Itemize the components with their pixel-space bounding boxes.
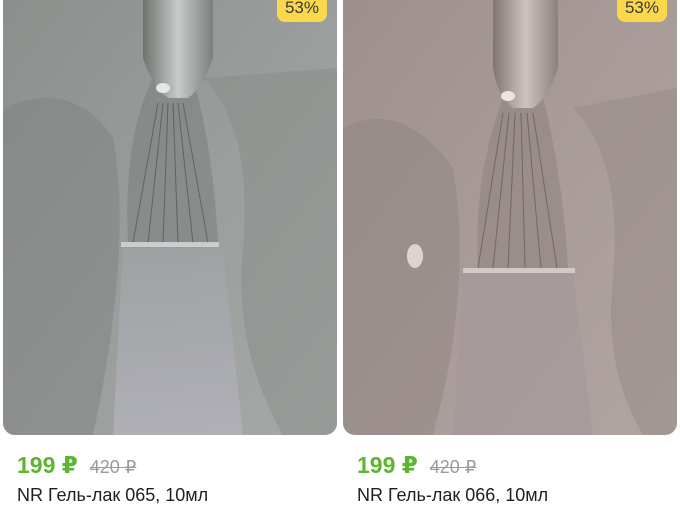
discount-badge: 53% (276, 0, 327, 22)
current-price: 199 ₽ (17, 452, 78, 478)
price-row: 199 ₽ 420 ₽ (357, 452, 476, 484)
product-card[interactable]: 53% 199 ₽ 420 ₽ NR Гель-лак 065, 10мл (3, 0, 337, 510)
discount-badge: 53% (616, 0, 667, 22)
price-row: 199 ₽ 420 ₽ (17, 452, 136, 484)
product-title[interactable]: NR Гель-лак 065, 10мл (17, 485, 208, 506)
current-price: 199 ₽ (357, 452, 418, 478)
gel-polish-swatch-image (343, 0, 677, 435)
old-price: 420 ₽ (429, 457, 477, 477)
product-title[interactable]: NR Гель-лак 066, 10мл (357, 485, 548, 506)
product-card[interactable]: 53% 199 ₽ 420 ₽ NR Гель-лак 066, 10мл (343, 0, 677, 510)
product-image[interactable]: 53% (343, 0, 677, 435)
product-image[interactable]: 53% (3, 0, 337, 435)
old-price: 420 ₽ (89, 457, 137, 477)
gel-polish-swatch-image (3, 0, 337, 435)
product-grid: 53% 199 ₽ 420 ₽ NR Гель-лак 065, 10мл 53… (0, 0, 680, 510)
